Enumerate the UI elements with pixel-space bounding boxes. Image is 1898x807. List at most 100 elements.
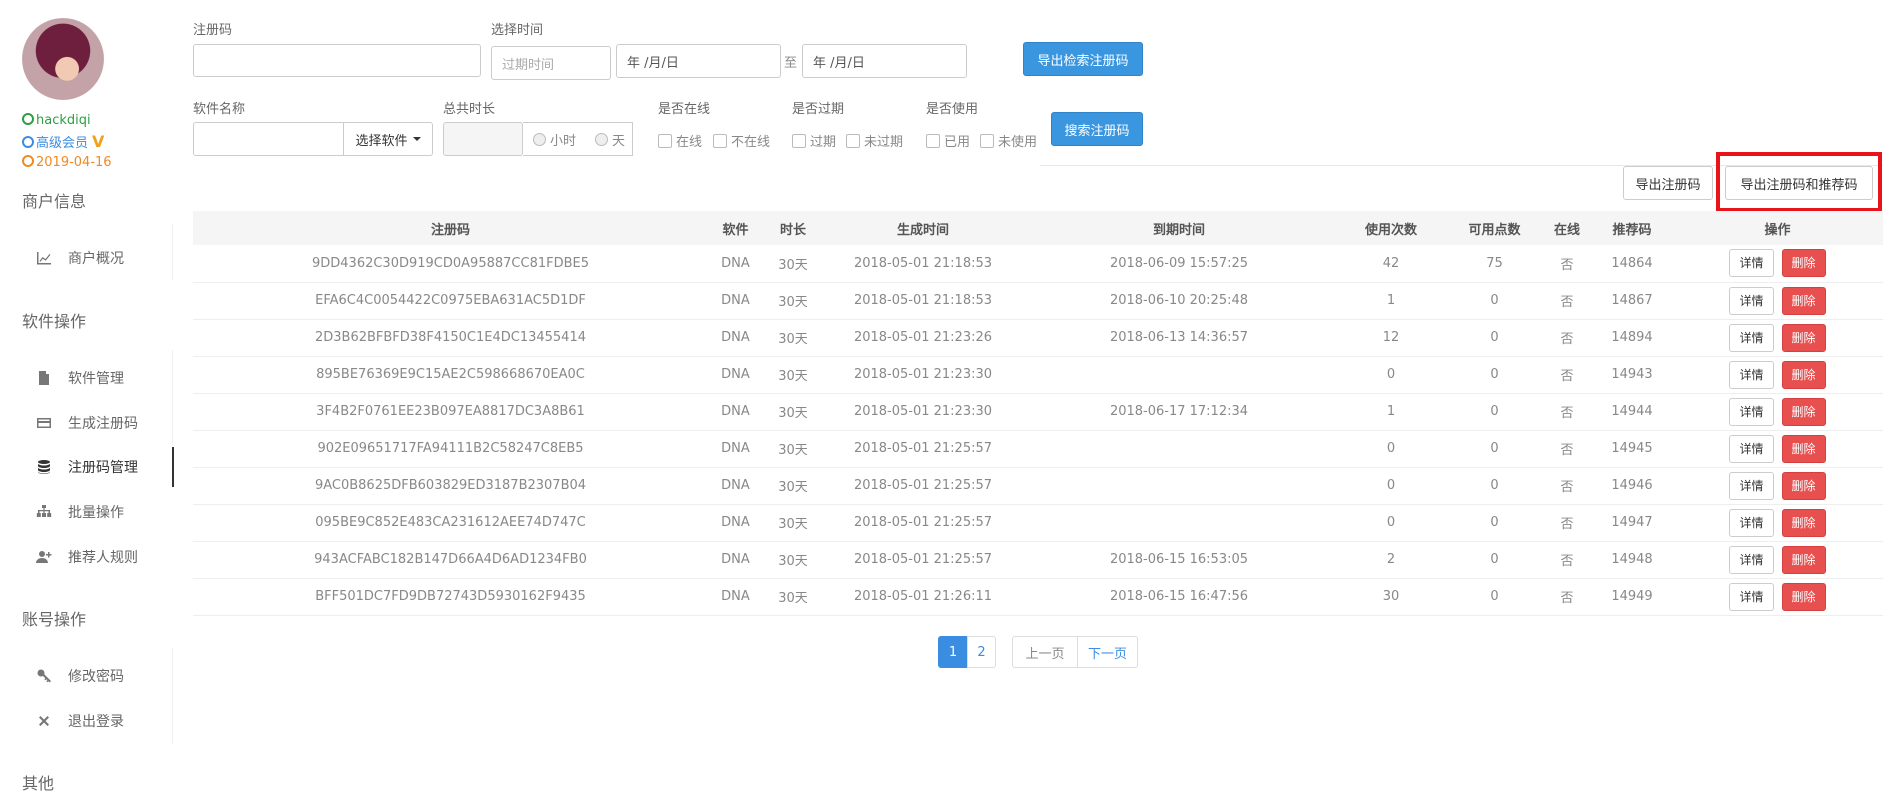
sidebar-item-software-management[interactable]: 软件管理 [36, 358, 174, 398]
detail-button[interactable]: 详情 [1729, 471, 1774, 500]
select-software-button[interactable]: 选择软件 [343, 122, 433, 156]
detail-button[interactable]: 详情 [1729, 508, 1774, 537]
table-cell: BFF501DC7FD9DB72743D5930162F9435 [315, 589, 586, 604]
sidebar-item-merchant-overview[interactable]: 商户概况 [36, 238, 174, 278]
sidebar-item-generate-code[interactable]: 生成注册码 [36, 403, 174, 443]
page-1-link[interactable]: 1 [938, 636, 968, 668]
delete-button[interactable]: 删除 [1781, 545, 1826, 574]
detail-button[interactable]: 详情 [1729, 434, 1774, 463]
column-header[interactable]: 可用点数 [1447, 211, 1542, 245]
table-cell: 0 [1490, 552, 1499, 567]
expired-label: 是否过期 [792, 102, 845, 117]
table-cell: 0 [1386, 367, 1396, 382]
software-input[interactable] [193, 122, 345, 156]
expired-no-checkbox[interactable]: 未过期 [846, 131, 903, 150]
column-header[interactable]: 到期时间 [1023, 211, 1335, 245]
vip-badge-icon: V [92, 132, 105, 151]
delete-button[interactable]: 删除 [1781, 434, 1826, 463]
avatar[interactable] [22, 18, 104, 100]
table-cell: DNA [721, 293, 750, 308]
delete-button[interactable]: 删除 [1781, 508, 1826, 537]
column-header[interactable]: 软件 [708, 211, 763, 245]
table-cell: 0 [1490, 515, 1499, 530]
table-cell: DNA [721, 441, 750, 456]
delete-button[interactable]: 删除 [1781, 471, 1826, 500]
export-codes-button[interactable]: 导出注册码 [1623, 166, 1713, 200]
table-cell: 14947 [1611, 515, 1653, 530]
column-header[interactable]: 注册码 [193, 211, 708, 245]
online-no-checkbox[interactable]: 不在线 [713, 131, 770, 150]
table-cell: 30天 [778, 332, 808, 347]
radio-icon [533, 133, 546, 146]
actions-cell: 详情 删除 [1672, 578, 1883, 615]
checkbox-icon [713, 134, 727, 148]
code-input[interactable] [193, 44, 481, 77]
table-cell: DNA [721, 255, 750, 271]
table-cell: DNA [721, 330, 750, 345]
time-type-input[interactable]: 过期时间 [491, 46, 611, 80]
next-page-button[interactable]: 下一页 [1077, 636, 1138, 668]
table-cell: DNA [721, 515, 750, 530]
delete-button[interactable]: 删除 [1781, 323, 1826, 352]
software-label: 软件名称 [193, 102, 246, 117]
sidebar-item-logout[interactable]: 退出登录 [36, 701, 174, 741]
detail-button[interactable]: 详情 [1729, 323, 1774, 352]
radio-icon [595, 133, 608, 146]
delete-button[interactable]: 删除 [1781, 397, 1826, 426]
column-header[interactable]: 推荐码 [1592, 211, 1672, 245]
sidebar-item-code-management[interactable]: 注册码管理 [36, 447, 174, 487]
export-search-codes-button[interactable]: 导出检索注册码 [1023, 42, 1143, 76]
sidebar-item-referrer-rules[interactable]: 推荐人规则 [36, 537, 174, 577]
used-no-checkbox[interactable]: 未使用 [980, 131, 1037, 150]
checkbox-icon [658, 134, 672, 148]
detail-button[interactable]: 详情 [1729, 545, 1774, 574]
delete-button[interactable]: 删除 [1781, 360, 1826, 389]
table-cell: 9AC0B8625DFB603829ED3187B2307B04 [314, 478, 587, 493]
prev-page-button[interactable]: 上一页 [1012, 636, 1078, 668]
table-cell: DNA [721, 552, 750, 567]
table-cell: 42 [1382, 255, 1400, 271]
column-header[interactable]: 在线 [1542, 211, 1592, 245]
status-circle-icon [22, 136, 34, 148]
detail-button[interactable]: 详情 [1729, 397, 1774, 426]
member-date: 2019-04-16 [22, 153, 112, 173]
date-end-input[interactable]: 年 /月/日 [802, 44, 967, 78]
column-header[interactable]: 时长 [763, 211, 823, 245]
online-yes-checkbox[interactable]: 在线 [658, 131, 702, 150]
sidebar-item-change-password[interactable]: 修改密码 [36, 656, 174, 696]
table-cell: 否 [1560, 257, 1574, 273]
table-cell: 2018-05-01 21:25:57 [853, 515, 993, 530]
duration-input[interactable] [443, 122, 523, 156]
delete-button[interactable]: 删除 [1781, 249, 1826, 278]
section-title-merchant: 商户信息 [22, 192, 87, 211]
search-codes-button[interactable]: 搜索注册码 [1051, 112, 1143, 146]
table-cell: 1 [1386, 293, 1396, 308]
expired-yes-checkbox[interactable]: 过期 [792, 131, 836, 150]
table-row: 895BE76369E9C15AE2C598668670EA0C DNA 30天 20… [193, 356, 1883, 393]
delete-button[interactable]: 删除 [1781, 582, 1826, 611]
delete-button[interactable]: 删除 [1781, 286, 1826, 315]
detail-button[interactable]: 详情 [1729, 286, 1774, 315]
date-start-input[interactable]: 年 /月/日 [616, 44, 781, 78]
page-2-link[interactable]: 2 [967, 636, 996, 668]
detail-button[interactable]: 详情 [1729, 249, 1774, 278]
used-yes-checkbox[interactable]: 已用 [926, 131, 970, 150]
table-cell: 14945 [1611, 441, 1653, 456]
detail-button[interactable]: 详情 [1729, 582, 1774, 611]
column-header[interactable]: 生成时间 [823, 211, 1023, 245]
sidebar-item-batch-operation[interactable]: 批量操作 [36, 492, 174, 532]
table-cell [1023, 430, 1335, 467]
actions-cell: 详情 删除 [1672, 245, 1883, 282]
detail-button[interactable]: 详情 [1729, 360, 1774, 389]
caret-down-icon [412, 137, 421, 141]
table-cell: 9DD4362C30D919CD0A95887CC81FDBE5 [311, 255, 589, 271]
table-cell: 否 [1560, 517, 1574, 532]
username: hackdiqi [22, 111, 91, 131]
unit-hour-radio[interactable]: 小时 [533, 130, 576, 149]
unit-day-radio[interactable]: 天 [595, 130, 625, 149]
table-cell: 2018-06-15 16:47:56 [1109, 589, 1249, 604]
table-cell: 75 [1486, 255, 1503, 271]
table-cell: DNA [721, 589, 750, 604]
table-cell: 895BE76369E9C15AE2C598668670EA0C [316, 367, 585, 382]
column-header[interactable]: 使用次数 [1335, 211, 1447, 245]
